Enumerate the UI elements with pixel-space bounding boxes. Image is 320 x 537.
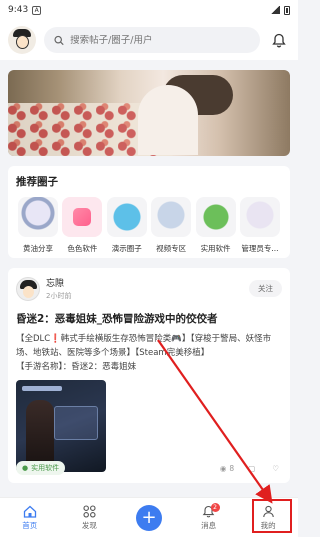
tab-messages[interactable]: 2 消息 [184,502,234,531]
avatar-face [16,35,29,49]
status-left: 9:43 A [8,5,42,15]
status-icons [270,5,290,15]
home-icon [23,505,36,518]
post-title[interactable]: 昏迷2：恶毒姐妹_恐怖冒险游戏中的佼佼者 [16,311,282,326]
tab-messages-label: 消息 [201,520,217,530]
circle-item-6[interactable]: 管理员专... [238,197,282,254]
author-avatar[interactable] [16,276,40,301]
publish-plus-button[interactable]: + [135,504,162,531]
author-name[interactable]: 忘隙 [46,276,243,289]
top-header [0,20,298,60]
post-header: 忘隙 2小时前 关注 [16,276,282,301]
discover-grid-icon [83,504,96,518]
tab-discover-label: 发现 [81,520,97,530]
post-stats: ◉ 8 ▢ ♡ [220,464,282,473]
circle-item-1[interactable]: 黄油分享 [16,197,60,254]
circle-thumb [106,197,147,237]
post-tag-label: 实用软件 [31,464,60,472]
views-stat: ◉ 8 [220,464,234,473]
tab-home-label: 首页 [22,520,38,530]
banner-image[interactable] [8,70,290,156]
tab-discover[interactable]: 发现 [64,504,114,531]
post-body-line: 【全DLC❗韩式手绘横版生存恐怖冒险类🎮】【穿梭于警局、妖怪市场、地铁站、医院等… [16,334,272,358]
views-count: 8 [229,463,235,473]
search-bar[interactable] [44,27,260,53]
circle-thumb [195,197,236,237]
circle-label: 黄油分享 [23,244,53,253]
image-figure [26,400,54,464]
circle-thumb [151,197,192,237]
tab-publish[interactable]: + [124,504,174,531]
banner-figure [137,85,198,156]
follow-button[interactable]: 关注 [249,280,282,297]
comments-stat[interactable]: ▢ [248,464,258,473]
circle-list: 黄油分享 色色软件 演示圈子 视频专区 实用软件 管理员专... [16,197,282,254]
circle-item-2[interactable]: 色色软件 [60,197,104,254]
status-time: 9:43 [8,5,29,15]
circle-label: 视频专区 [156,244,187,253]
post-footer: ● 实用软件 ◉ 8 ▢ ♡ [16,461,282,475]
tab-home[interactable]: 首页 [5,505,55,531]
post-image[interactable] [16,380,106,472]
post-body: 【全DLC❗韩式手绘横版生存恐怖冒险类🎮】【穿梭于警局、妖怪市场、地铁站、医院等… [16,332,282,374]
battery-icon [284,5,290,15]
circle-item-3[interactable]: 演示圈子 [105,197,149,254]
eye-icon: ◉ [219,463,227,473]
circle-thumb [62,197,103,237]
circle-label: 管理员专... [241,244,279,253]
status-bar: 9:43 A [0,0,298,20]
circle-item-4[interactable]: 视频专区 [149,197,193,254]
search-icon [54,35,64,45]
notification-app-icon: A [32,5,42,15]
circle-label: 实用软件 [200,244,231,253]
like-icon: ♡ [272,463,279,473]
highlight-box [252,499,292,533]
post-body-line: 【手游名称】：昏迷2：恶毒姐妹 [16,362,137,372]
post-tag[interactable]: ● 实用软件 [16,461,66,475]
circle-thumb [239,197,280,237]
image-title-mark [22,386,62,391]
circle-label: 演示圈子 [111,244,142,253]
post-time: 2小时前 [46,292,72,300]
post-card[interactable]: 忘隙 2小时前 关注 昏迷2：恶毒姐妹_恐怖冒险游戏中的佼佼者 【全DLC❗韩式… [8,268,290,483]
signal-icon [270,6,280,14]
tag-dot-icon: ● [22,464,29,472]
image-panel [54,406,98,440]
comment-icon: ▢ [248,463,256,473]
user-avatar[interactable] [8,26,36,54]
likes-stat[interactable]: ♡ [272,464,282,473]
circle-item-5[interactable]: 实用软件 [194,197,238,254]
messages-badge: 2 [210,502,220,512]
bell-icon[interactable] [268,29,290,51]
section-title: 推荐圈子 [16,176,58,188]
circle-label: 色色软件 [67,244,98,253]
circle-thumb [18,197,58,237]
recommended-circles: 推荐圈子 黄油分享 色色软件 演示圈子 视频专区 实用软件 管理员专... [8,166,290,258]
post-meta: 忘隙 2小时前 [46,276,243,301]
search-input[interactable] [70,34,250,46]
